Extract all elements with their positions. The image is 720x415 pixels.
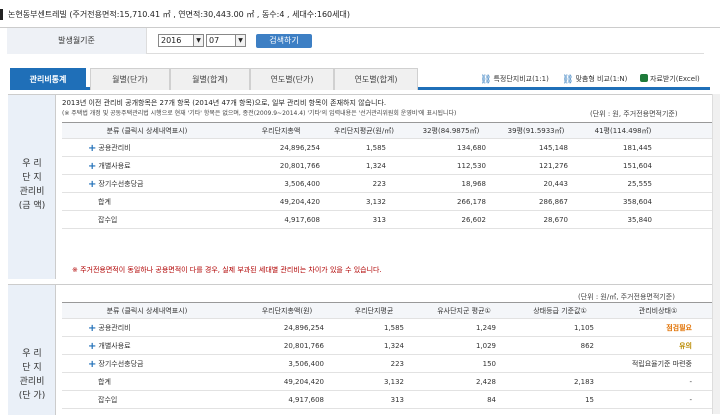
unit-label: (단위 : 원, 주거전용면적기준) (590, 110, 678, 118)
table-header: 분류 (클릭시 상세내역표시) 우리단지총액(원) 우리단지평균 유사단지군 평… (62, 302, 712, 319)
scrollbar[interactable] (712, 94, 720, 414)
complex-title: 논현동부센트레빌 (주거전용면적:15,710.41 ㎡ , 연면적:30,44… (8, 10, 350, 19)
link-icon: ⛓ (562, 75, 574, 85)
status-badge: 유의 (679, 342, 692, 350)
status-text: - (689, 396, 692, 404)
excel-download-link[interactable]: 자료받기(Excel) (640, 74, 700, 84)
excel-icon (640, 74, 648, 82)
table-row[interactable]: + 공용관리비 24,896,254 1,585 134,680 145,148 … (62, 139, 712, 157)
plus-icon[interactable]: + (88, 176, 96, 194)
tab-bar: 관리비통계 월별(단가) 월별(합계) 연도별(단가) 연도별(합계) ⛓ 특정단… (10, 68, 710, 90)
table-row[interactable]: + 개별사용료 20,801,766 1,324 1,029 862 유의 (62, 337, 712, 355)
year-select[interactable]: 2016 ▼ (158, 34, 204, 47)
custom-compare-link[interactable]: ⛓ 맞춤형 비교(1:N) (562, 74, 627, 85)
month-select[interactable]: 07 ▼ (206, 34, 246, 47)
filter-label: 발생월기준 (7, 28, 147, 54)
month-value: 07 (209, 36, 220, 45)
warning-text: ※ 주거전용면적이 동일하나 공용면적이 다를 경우, 실제 부과된 세대별 관… (72, 266, 382, 274)
chevron-down-icon: ▼ (235, 35, 245, 46)
status-text: 적립요율기준 마련중 (631, 360, 692, 368)
plus-icon[interactable]: + (88, 158, 96, 176)
page-header: 논현동부센트레빌 (주거전용면적:15,710.41 ㎡ , 연면적:30,44… (0, 0, 720, 28)
table-row[interactable]: + 장기수선충당금 3,506,400 223 150 적립요율기준 마련중 (62, 355, 712, 373)
status-text: - (689, 378, 692, 386)
amount-section: 우 리 단 지 관리비 (금 액) 2013년 이전 관리비 공개항목은 27개… (8, 94, 712, 279)
section-side-label: 우 리 단 지 관리비 (금 액) (8, 95, 56, 279)
plus-icon[interactable]: + (88, 140, 96, 158)
subnotice-text: (※ 주택법 개정 및 공동주택관리법 시행으로 현재 '기타' 항목은 없으며… (62, 110, 457, 117)
plus-icon[interactable]: + (88, 320, 96, 338)
tab-yearly-unit[interactable]: 연도별(단가) (250, 68, 334, 90)
tab-monthly-total[interactable]: 월별(합계) (170, 68, 250, 90)
tab-stats[interactable]: 관리비통계 (10, 68, 86, 90)
plus-icon[interactable]: + (88, 338, 96, 356)
notice-text: 2013년 이전 관리비 공개항목은 27개 항목 (2014년 47개 항목)… (62, 99, 387, 107)
table-row: 합계 49,204,420 3,132 266,178 286,867 358,… (62, 193, 712, 211)
table-row[interactable]: + 장기수선충당금 3,506,400 223 18,968 20,443 25,… (62, 175, 712, 193)
filter-row: 발생월기준 2016 ▼ 07 ▼ 검색하기 (7, 28, 704, 54)
year-value: 2016 (161, 36, 182, 45)
special-compare-link[interactable]: ⛓ 특정단지비교(1:1) (480, 74, 549, 85)
unit-label: (단위 : 원/㎡, 주거전용면적기준) (578, 293, 675, 301)
status-badge: 점검필요 (666, 324, 692, 332)
table-row: 합계 49,204,420 3,132 2,428 2,183 - (62, 373, 712, 391)
title-marker (0, 9, 3, 20)
plus-icon[interactable]: + (88, 356, 96, 374)
table-row: 잡수입 4,917,608 313 26,602 28,670 35,840 (62, 211, 712, 229)
link-icon: ⛓ (480, 75, 492, 85)
section-side-label: 우 리 단 지 관리비 (단 가) (8, 285, 56, 415)
table-row[interactable]: + 공용관리비 24,896,254 1,585 1,249 1,105 점검필요 (62, 319, 712, 337)
tab-yearly-total[interactable]: 연도별(합계) (334, 68, 418, 90)
search-button[interactable]: 검색하기 (256, 34, 312, 48)
chevron-down-icon: ▼ (193, 35, 203, 46)
table-row: 잡수입 4,917,608 313 84 15 - (62, 391, 712, 409)
table-header: 분류 (클릭시 상세내역표시) 우리단지총액 우리단지평균(원/㎡) 32평(8… (62, 122, 712, 139)
table-row[interactable]: + 개별사용료 20,801,766 1,324 112,530 121,276 … (62, 157, 712, 175)
unit-price-section: 우 리 단 지 관리비 (단 가) (단위 : 원/㎡, 주거전용면적기준) 분… (8, 284, 712, 415)
tab-monthly-unit[interactable]: 월별(단가) (90, 68, 170, 90)
